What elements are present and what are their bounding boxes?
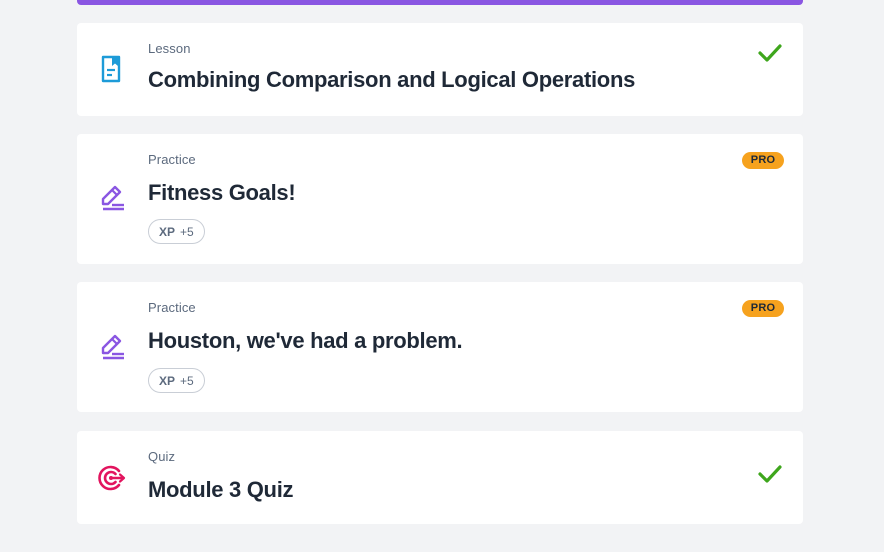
lesson-card[interactable]: Lesson Combining Comparison and Logical …	[77, 23, 803, 116]
quiz-card[interactable]: Quiz Module 3 Quiz	[77, 431, 803, 524]
item-title[interactable]: Houston, we've had a problem.	[148, 328, 463, 354]
xp-pill: XP +5	[148, 219, 205, 244]
practice-card[interactable]: Practice Fitness Goals! PRO XP +5	[77, 134, 803, 264]
xp-label: XP	[159, 373, 176, 388]
xp-value: +5	[180, 224, 194, 239]
practice-pencil-icon	[97, 332, 127, 362]
quiz-target-icon	[97, 463, 127, 493]
practice-pencil-icon	[97, 183, 127, 213]
practice-card[interactable]: Practice Houston, we've had a problem. P…	[77, 282, 803, 412]
item-type-label: Practice	[148, 152, 196, 167]
item-type-label: Practice	[148, 300, 196, 315]
pro-badge: PRO	[742, 152, 784, 169]
item-type-label: Lesson	[148, 41, 191, 56]
item-title[interactable]: Combining Comparison and Logical Operati…	[148, 67, 635, 93]
item-type-label: Quiz	[148, 449, 176, 464]
item-title[interactable]: Module 3 Quiz	[148, 477, 294, 503]
pro-badge: PRO	[742, 300, 784, 317]
lesson-document-icon	[97, 54, 127, 84]
xp-label: XP	[159, 224, 176, 239]
completed-check-icon	[758, 44, 782, 62]
xp-value: +5	[180, 373, 194, 388]
item-title[interactable]: Fitness Goals!	[148, 180, 296, 206]
module-progress-bar	[77, 0, 803, 5]
completed-check-icon	[758, 465, 782, 483]
xp-pill: XP +5	[148, 368, 205, 393]
